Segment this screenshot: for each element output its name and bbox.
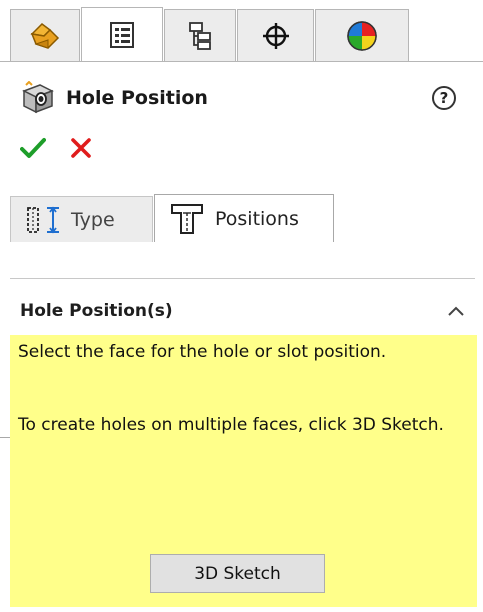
section-divider <box>10 278 475 279</box>
instruction-text: Select the face for the hole or slot pos… <box>18 342 387 362</box>
tab-type-label: Type <box>71 208 115 231</box>
group-title: Hole Position(s) <box>20 301 173 321</box>
dimxpert-manager-icon <box>262 23 289 49</box>
message-box: Select the face for the hole or slot pos… <box>10 335 477 607</box>
property-tabs: Type Positions <box>0 194 483 438</box>
hole-positions-group-header[interactable]: Hole Position(s) <box>20 296 465 326</box>
cancel-button[interactable] <box>70 136 92 160</box>
hole-positions-icon <box>171 203 203 234</box>
close-icon <box>71 138 91 158</box>
tab-property-manager[interactable] <box>81 7 163 62</box>
checkmark-icon <box>20 138 46 158</box>
tab-bar-divider <box>0 61 483 62</box>
tab-positions[interactable]: Positions <box>154 194 334 242</box>
tab-positions-label: Positions <box>215 207 299 230</box>
multiple-faces-text: To create holes on multiple faces, click… <box>18 415 444 435</box>
chevron-up-icon[interactable] <box>447 305 465 317</box>
tab-display-manager[interactable] <box>315 9 409 62</box>
property-manager-icon <box>110 22 134 48</box>
tab-dimxpert-manager[interactable] <box>237 9 314 62</box>
property-manager-header: Hole Position <box>20 80 208 116</box>
feature-manager-icon <box>30 23 60 49</box>
display-manager-icon <box>347 21 377 51</box>
tab-feature-manager[interactable] <box>10 9 80 62</box>
ok-button[interactable] <box>20 136 46 160</box>
hole-type-icon <box>27 206 59 233</box>
hole-wizard-icon <box>22 81 54 114</box>
3d-sketch-button[interactable]: 3D Sketch <box>150 554 325 593</box>
ok-cancel-group <box>20 136 92 160</box>
manager-tab-bar <box>0 0 483 62</box>
configuration-manager-icon <box>189 22 211 50</box>
tab-configuration-manager[interactable] <box>164 9 236 62</box>
page-title: Hole Position <box>66 87 208 109</box>
help-icon[interactable]: ? <box>432 86 456 110</box>
tab-type[interactable]: Type <box>10 196 153 242</box>
